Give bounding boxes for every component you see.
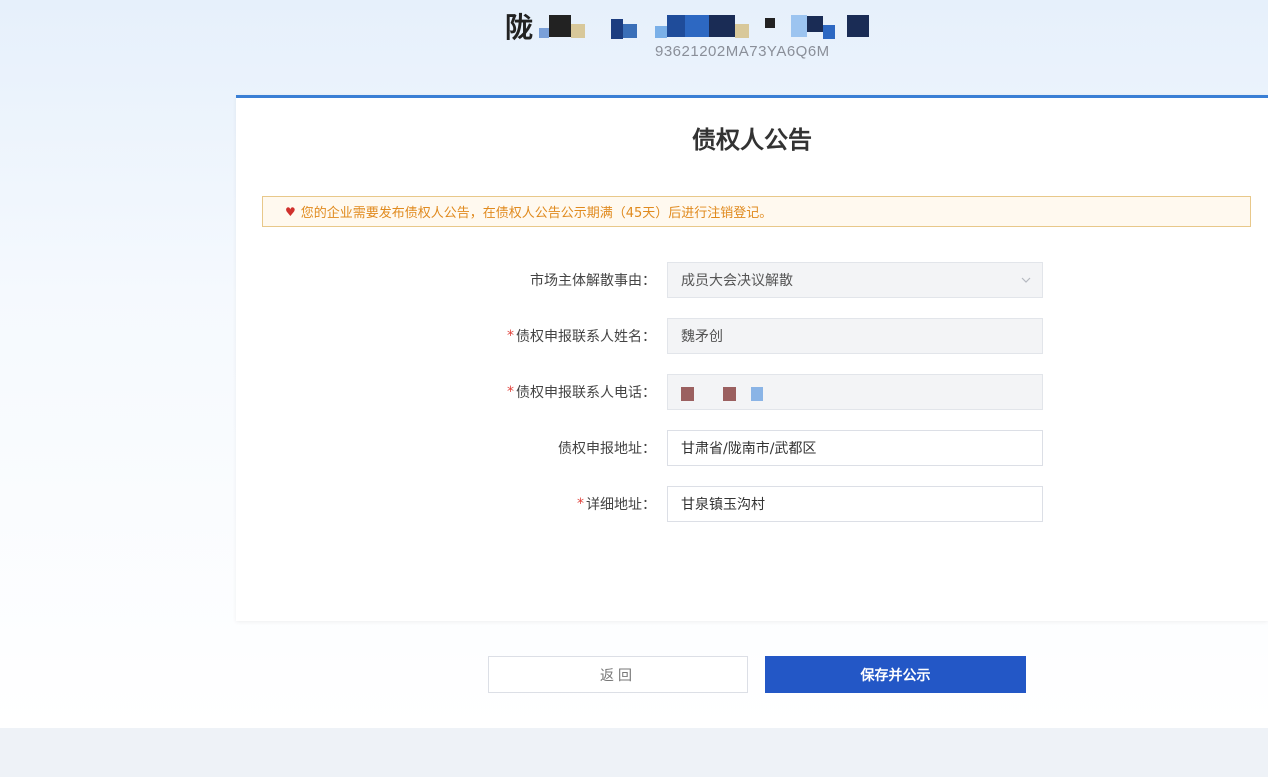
required-mark: * [507, 328, 514, 344]
form-row-declare-address: 债权申报地址： 甘肃省/陇南市/武都区 [236, 430, 1268, 466]
form-row-detail-address: * 详细地址： 甘泉镇玉沟村 [236, 486, 1268, 522]
required-mark: * [507, 384, 514, 400]
footer-band [0, 728, 1268, 777]
declare-address-value: 甘肃省/陇南市/武都区 [681, 441, 817, 457]
detail-address-label: * 详细地址： [577, 496, 656, 513]
creditor-notice-panel: 债权人公告 ♥ 您的企业需要发布债权人公告，在债权人公告公示期满（45天）后进行… [236, 95, 1268, 621]
required-mark: * [577, 496, 584, 512]
back-button[interactable]: 返回 [488, 656, 748, 693]
save-and-publish-button[interactable]: 保存并公示 [765, 656, 1026, 693]
detail-address-input[interactable]: 甘泉镇玉沟村 [667, 486, 1043, 522]
declare-address-label: 债权申报地址： [558, 441, 656, 457]
declare-address-input[interactable]: 甘肃省/陇南市/武都区 [667, 430, 1043, 466]
notice-text: 您的企业需要发布债权人公告，在债权人公告公示期满（45天）后进行注销登记。 [300, 206, 773, 221]
contact-name-value: 魏矛创 [681, 329, 723, 345]
company-name-first-char: 陇 [505, 11, 534, 44]
credit-code: 93621202MA73YA6Q6M [655, 43, 830, 60]
contact-name-input[interactable]: 魏矛创 [667, 318, 1043, 354]
form-row-dissolution-reason: 市场主体解散事由： 成员大会决议解散 [236, 262, 1268, 298]
heart-icon: ♥ [285, 204, 296, 219]
notice-banner: ♥ 您的企业需要发布债权人公告，在债权人公告公示期满（45天）后进行注销登记。 [262, 196, 1251, 227]
contact-phone-label: * 债权申报联系人电话： [507, 384, 656, 401]
contact-name-label: * 债权申报联系人姓名： [507, 328, 656, 345]
form-row-contact-phone: * 债权申报联系人电话： [236, 374, 1268, 410]
contact-phone-input[interactable] [667, 374, 1043, 410]
dissolution-reason-value: 成员大会决议解散 [681, 273, 793, 289]
detail-address-value: 甘泉镇玉沟村 [681, 497, 765, 513]
chevron-down-icon [1021, 277, 1031, 283]
dissolution-reason-label: 市场主体解散事由： [530, 273, 656, 289]
form-row-contact-name: * 债权申报联系人姓名： 魏矛创 [236, 318, 1268, 354]
contact-phone-redacted [681, 387, 763, 401]
dissolution-reason-select[interactable]: 成员大会决议解散 [667, 262, 1043, 298]
page-title: 债权人公告 [692, 126, 812, 154]
company-name: 陇 [505, 8, 870, 44]
company-name-redacted [539, 11, 870, 41]
